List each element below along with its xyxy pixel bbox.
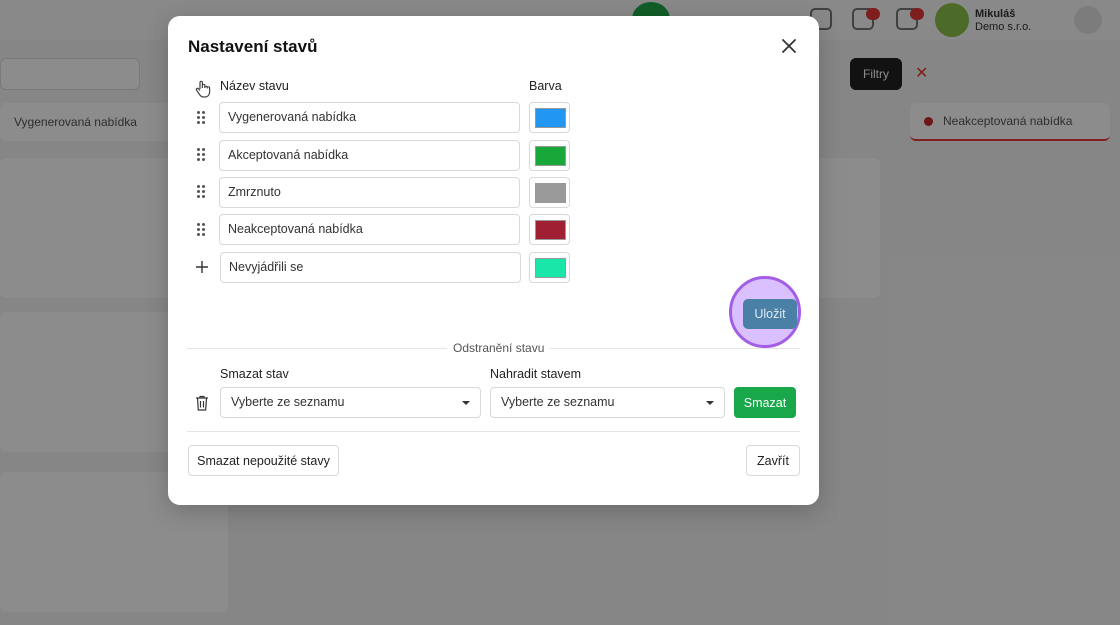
- color-picker[interactable]: [529, 140, 570, 171]
- color-picker[interactable]: [529, 102, 570, 133]
- color-swatch: [535, 108, 566, 128]
- new-state-name-input[interactable]: Nevyjádřili se: [220, 252, 521, 283]
- color-swatch: [535, 220, 566, 240]
- color-picker[interactable]: [529, 214, 570, 245]
- state-name-input[interactable]: Zmrznuto: [219, 177, 520, 208]
- color-swatch: [535, 146, 566, 166]
- plus-icon[interactable]: [195, 260, 209, 274]
- drag-handle-icon[interactable]: [195, 148, 207, 162]
- delete-state-select[interactable]: Vyberte ze seznamu: [220, 387, 481, 418]
- delete-unused-states-button[interactable]: Smazat nepoužité stavy: [188, 445, 339, 476]
- close-button[interactable]: Zavřít: [746, 445, 800, 476]
- trash-icon: [196, 395, 208, 411]
- replace-state-select-value: Vyberte ze seznamu: [501, 395, 615, 409]
- color-header: Barva: [529, 79, 562, 93]
- close-icon[interactable]: [780, 37, 798, 55]
- dialog-title: Nastavení stavů: [188, 37, 318, 56]
- drag-handle-icon[interactable]: [195, 111, 207, 125]
- state-name-input[interactable]: Neakceptovaná nabídka: [219, 214, 520, 245]
- drag-hand-icon: [195, 80, 211, 98]
- delete-state-select-value: Vyberte ze seznamu: [231, 395, 345, 409]
- chevron-down-icon: [462, 401, 470, 405]
- drag-handle-icon[interactable]: [195, 185, 207, 199]
- color-swatch: [535, 258, 566, 278]
- removal-section-title: Odstranění stavu: [447, 341, 551, 355]
- drag-handle-icon[interactable]: [195, 223, 207, 237]
- delete-state-label: Smazat stav: [220, 367, 289, 381]
- state-name-header: Název stavu: [220, 79, 289, 93]
- color-swatch: [535, 183, 566, 203]
- state-name-input[interactable]: Vygenerovaná nabídka: [219, 102, 520, 133]
- color-picker[interactable]: [529, 177, 570, 208]
- state-name-input[interactable]: Akceptovaná nabídka: [219, 140, 520, 171]
- save-button[interactable]: Uložit: [743, 299, 797, 329]
- chevron-down-icon: [706, 401, 714, 405]
- divider: [187, 431, 800, 432]
- delete-button[interactable]: Smazat: [734, 387, 796, 418]
- replace-state-select[interactable]: Vyberte ze seznamu: [490, 387, 725, 418]
- state-settings-dialog: Nastavení stavů Název stavu Barva Vygene…: [168, 16, 819, 505]
- color-picker[interactable]: [529, 252, 570, 283]
- replace-state-label: Nahradit stavem: [490, 367, 582, 381]
